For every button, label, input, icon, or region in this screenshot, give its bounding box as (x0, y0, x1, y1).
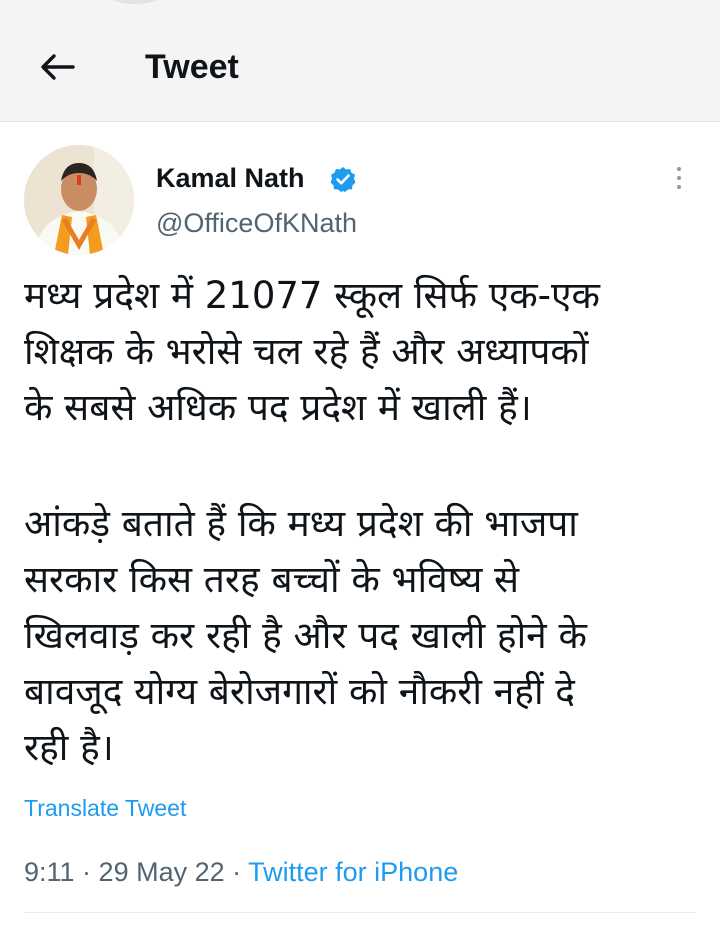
tweet-text-paragraph-1: मध्य प्रदेश में 21077 स्कूल सिर्फ एक-एक … (24, 268, 696, 436)
tweet-line: बावजूद योग्य बेरोजगारों को नौकरी नहीं दे (24, 670, 575, 713)
verified-badge-icon (330, 167, 356, 192)
tweet-time: 9:11 (24, 857, 75, 887)
back-button[interactable] (32, 44, 82, 90)
tweet-meta: 9:11 · 29 May 22 · Twitter for iPhone (24, 854, 458, 890)
meta-separator: · (224, 857, 249, 887)
more-dots-icon (677, 167, 681, 171)
translate-tweet-link[interactable]: Translate Tweet (24, 792, 186, 824)
tweet-line: शिक्षक के भरोसे चल रहे हैं और अध्यापकों (24, 330, 589, 373)
page-title: Tweet (145, 48, 239, 86)
more-dot (677, 176, 681, 180)
meta-separator: · (74, 857, 99, 887)
top-app-bar: Tweet (0, 0, 720, 122)
status-bar-remnant (100, 0, 170, 4)
avatar-image (24, 145, 134, 255)
author-handle[interactable]: @OfficeOfKNath (156, 205, 357, 241)
tweet-line: के सबसे अधिक पद प्रदेश में खाली हैं। (24, 386, 532, 429)
tweet-line: खिलवाड़ कर रही है और पद खाली होने के (24, 614, 587, 657)
arrow-left-icon (41, 54, 75, 80)
tweet-date: 29 May 22 (98, 857, 225, 887)
tweet-line: मध्य प्रदेश में 21077 स्कूल सिर्फ एक-एक (24, 274, 600, 317)
more-options-button[interactable] (664, 160, 694, 196)
tweet-line: रही है। (24, 726, 114, 769)
more-dot (677, 185, 681, 189)
tweet-source-link[interactable]: Twitter for iPhone (248, 857, 458, 887)
tweet-line: सरकार किस तरह बच्चों के भविष्य से (24, 558, 520, 601)
tweet-line: आंकड़े बताते हैं कि मध्य प्रदेश की भाजपा (24, 502, 578, 545)
tweet-text-paragraph-2: आंकड़े बताते हैं कि मध्य प्रदेश की भाजपा… (24, 496, 696, 776)
divider (24, 912, 696, 913)
avatar[interactable] (24, 145, 134, 255)
author-name[interactable]: Kamal Nath (156, 160, 305, 196)
